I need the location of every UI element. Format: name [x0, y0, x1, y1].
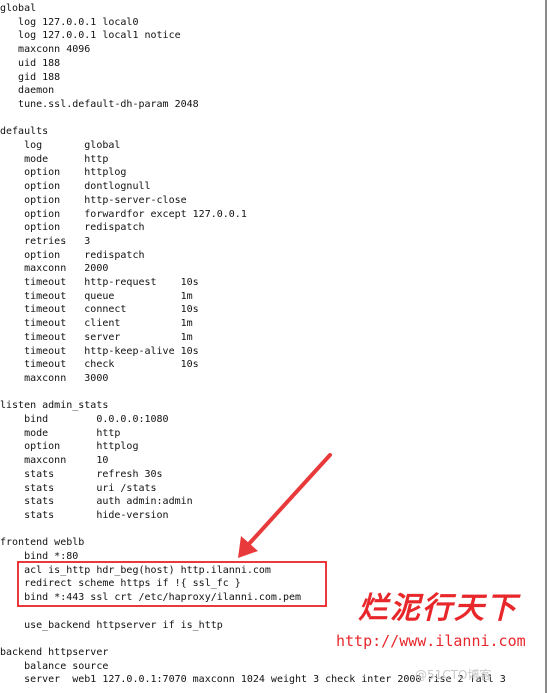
- watermark-url: http://www.ilanni.com: [336, 632, 526, 650]
- watermark-title: 烂泥行天下: [358, 591, 518, 626]
- watermark-source: @51CTO博客: [415, 668, 492, 682]
